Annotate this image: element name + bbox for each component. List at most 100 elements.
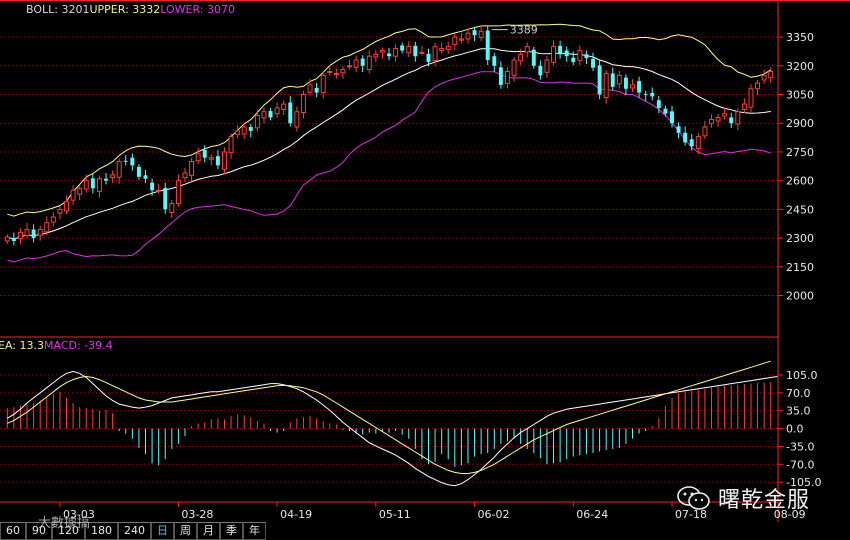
macd-label: MACD — [44, 339, 77, 352]
macd-tick-label: 105.0 — [786, 369, 818, 382]
boll-upper-value: 3332 — [132, 3, 161, 16]
date-label: 06-02 — [478, 508, 510, 521]
price-axis: 2000 2150 2300 2450 2600 2750 2900 3050 3200 3350 — [0, 0, 850, 522]
boll-lower-line — [7, 71, 771, 263]
date-label: 03-28 — [181, 508, 213, 521]
candle-body-up — [169, 203, 175, 213]
candle-body-down — [564, 50, 569, 57]
watermark-text: 曙乾金服 — [718, 488, 811, 513]
candle-body-down — [676, 126, 681, 133]
candle-body-up — [347, 65, 352, 68]
candle-body-up — [709, 118, 714, 124]
candle-body-up — [57, 208, 63, 214]
date-label: 06-24 — [576, 508, 608, 521]
candle-body-down — [656, 100, 661, 108]
candle-body-down — [643, 94, 648, 96]
period-month[interactable]: 月 — [197, 522, 220, 540]
kline-chart: 2000 2150 2300 2450 2600 2750 2900 3050 3200 3350… — [0, 0, 850, 522]
period-day[interactable]: 日 — [151, 522, 174, 540]
candle-body-up — [761, 74, 767, 81]
candle-body-up — [373, 53, 379, 58]
period-quarter[interactable]: 季 — [220, 522, 243, 540]
candle-body-down — [531, 49, 536, 66]
candle-body-up — [320, 74, 326, 94]
watermark-small-text: 大數據搞 — [38, 516, 91, 531]
candle-body-up — [50, 216, 56, 223]
price-tick-label: 3050 — [786, 89, 814, 102]
candle-body-up — [630, 84, 635, 89]
period-week[interactable]: 周 — [174, 522, 197, 540]
candle-body-up — [741, 103, 747, 110]
candle-body-down — [31, 229, 36, 239]
price-tick-label: 3200 — [786, 60, 814, 73]
candle-body-down — [202, 150, 207, 158]
candle-body-down — [472, 30, 477, 36]
candle-body-up — [452, 36, 458, 45]
price-tick-label: 2150 — [786, 261, 814, 274]
macd-tick-label: 70.0 — [786, 387, 811, 400]
candle-body-up — [445, 46, 451, 50]
candle-body-up — [695, 136, 701, 149]
candle-body-up — [406, 46, 412, 54]
candle-body-up — [518, 53, 524, 62]
macd-legend: EA: 13.3MACD: -39.4 — [0, 339, 113, 352]
candle-body-down — [623, 77, 628, 89]
candle-body-up — [110, 174, 116, 179]
candle-body-up — [577, 49, 583, 61]
candle-body-up — [353, 59, 359, 68]
macd-tick-label: 35.0 — [786, 405, 811, 418]
candle-body-up — [235, 130, 241, 135]
candle-body-up — [465, 32, 471, 40]
boll-mid-value: 3201 — [61, 3, 90, 16]
candle-body-up — [551, 46, 557, 63]
candle-body-up — [195, 153, 201, 162]
candle-body-up — [116, 161, 122, 178]
period-240[interactable]: 240 — [118, 522, 151, 540]
candle-body-down — [387, 53, 391, 57]
candle-body-up — [241, 126, 247, 135]
period-60[interactable]: 60 — [0, 522, 26, 540]
candle-body-up — [261, 111, 267, 119]
candle-body-down — [150, 182, 155, 191]
candle-body-down — [584, 54, 589, 59]
candle-body-down — [571, 57, 576, 62]
candle-body-up — [70, 189, 76, 201]
date-label: 04-19 — [280, 508, 312, 521]
candle-body-up — [458, 38, 464, 41]
candle-body-down — [400, 45, 405, 51]
candle-body-up — [96, 178, 102, 192]
candle-body-down — [123, 160, 128, 162]
candle-body-up — [511, 59, 517, 76]
candle-body-down — [683, 132, 688, 143]
candle-body-down — [597, 65, 602, 95]
price-tick-label: 2900 — [786, 117, 814, 130]
candle-body-down — [314, 87, 319, 93]
candle-body-down — [689, 139, 694, 147]
candle-body-up — [432, 46, 438, 61]
candle-body-up — [307, 84, 313, 93]
period-year[interactable]: 年 — [243, 522, 266, 540]
candle-body-up — [715, 116, 721, 122]
candle-body-up — [702, 126, 708, 137]
macd-value: -39.4 — [84, 339, 113, 352]
candle-body-down — [130, 157, 135, 166]
candle-body-up — [254, 115, 260, 129]
candle-body-down — [485, 30, 490, 61]
candle-body-down — [360, 58, 365, 66]
candle-body-up — [379, 49, 385, 53]
candle-body-down — [650, 92, 655, 97]
candle-body-up — [722, 113, 728, 117]
candle-body-up — [221, 151, 227, 170]
candle-body-down — [11, 237, 16, 241]
macd-tick-label: -70.0 — [786, 458, 814, 471]
macd-axis: 105.070.035.00.0-35.0-70.0-105.0 — [778, 369, 821, 489]
candle-body-up — [393, 48, 399, 57]
price-tick-label: 3350 — [786, 31, 814, 44]
boll-upper-label: UPPER — [89, 3, 126, 16]
candle-body-up — [44, 222, 50, 233]
wechat-icon — [677, 486, 710, 510]
candle-body-up — [755, 82, 761, 90]
candle-body-up — [189, 161, 195, 176]
candle-body-down — [670, 111, 674, 124]
price-tick-label: 2000 — [786, 290, 814, 303]
